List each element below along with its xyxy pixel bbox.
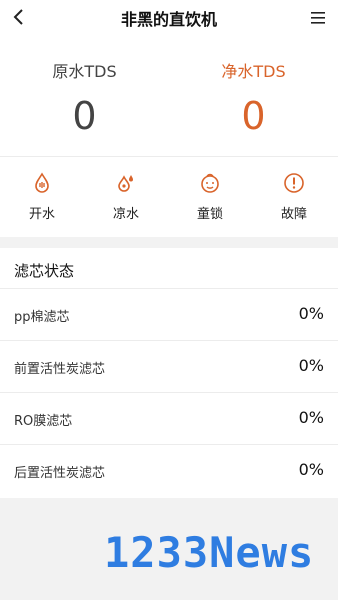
hot-water-button[interactable]: 开水: [0, 171, 84, 231]
divider: [0, 288, 338, 289]
pure-tds: 净水TDS 0: [169, 36, 338, 156]
tds-panel: 原水TDS 0 净水TDS 0: [0, 36, 338, 156]
hot-water-icon: [30, 171, 54, 195]
pure-tds-value: 0: [241, 94, 266, 138]
raw-tds-label: 原水TDS: [52, 62, 117, 81]
hot-water-label: 开水: [28, 207, 55, 222]
filter-percent: 0%: [298, 408, 324, 427]
action-bar: 开水 凉水 童锁 故障: [0, 157, 338, 237]
filter-percent: 0%: [298, 356, 324, 375]
pure-tds-label: 净水TDS: [221, 62, 286, 81]
list-item: pp棉滤芯 0%: [0, 288, 338, 340]
menu-icon[interactable]: [306, 6, 330, 30]
filter-percent: 0%: [298, 460, 324, 479]
divider: [0, 392, 338, 393]
divider: [0, 444, 338, 445]
raw-tds: 原水TDS 0: [0, 36, 169, 156]
back-arrow-icon[interactable]: [6, 4, 32, 30]
watermark: 1233News: [104, 528, 315, 577]
filter-percent: 0%: [298, 304, 324, 323]
filter-name: RO膜滤芯: [14, 414, 73, 429]
child-lock-button[interactable]: 童锁: [168, 171, 252, 231]
cool-water-icon: [114, 171, 138, 195]
child-lock-label: 童锁: [196, 207, 223, 222]
filter-status-panel: 滤芯状态 pp棉滤芯 0% 前置活性炭滤芯 0% RO膜滤芯 0% 后置活性炭滤…: [0, 248, 338, 498]
cool-water-button[interactable]: 凉水: [84, 171, 168, 231]
fault-icon: [282, 171, 306, 195]
divider: [0, 340, 338, 341]
fault-button[interactable]: 故障: [252, 171, 336, 231]
fault-label: 故障: [280, 207, 307, 222]
section-title: 滤芯状态: [14, 262, 75, 280]
cool-water-label: 凉水: [112, 207, 139, 222]
filter-name: 前置活性炭滤芯: [14, 362, 106, 377]
raw-tds-value: 0: [72, 94, 97, 138]
list-item: 前置活性炭滤芯 0%: [0, 340, 338, 392]
list-item: RO膜滤芯 0%: [0, 392, 338, 444]
filter-name: pp棉滤芯: [14, 310, 70, 325]
page-title: 非黑的直饮机: [120, 10, 217, 29]
child-lock-icon: [198, 171, 222, 195]
list-item: 后置活性炭滤芯 0%: [0, 444, 338, 496]
top-bar: 非黑的直饮机: [0, 0, 338, 36]
filter-name: 后置活性炭滤芯: [14, 466, 106, 481]
